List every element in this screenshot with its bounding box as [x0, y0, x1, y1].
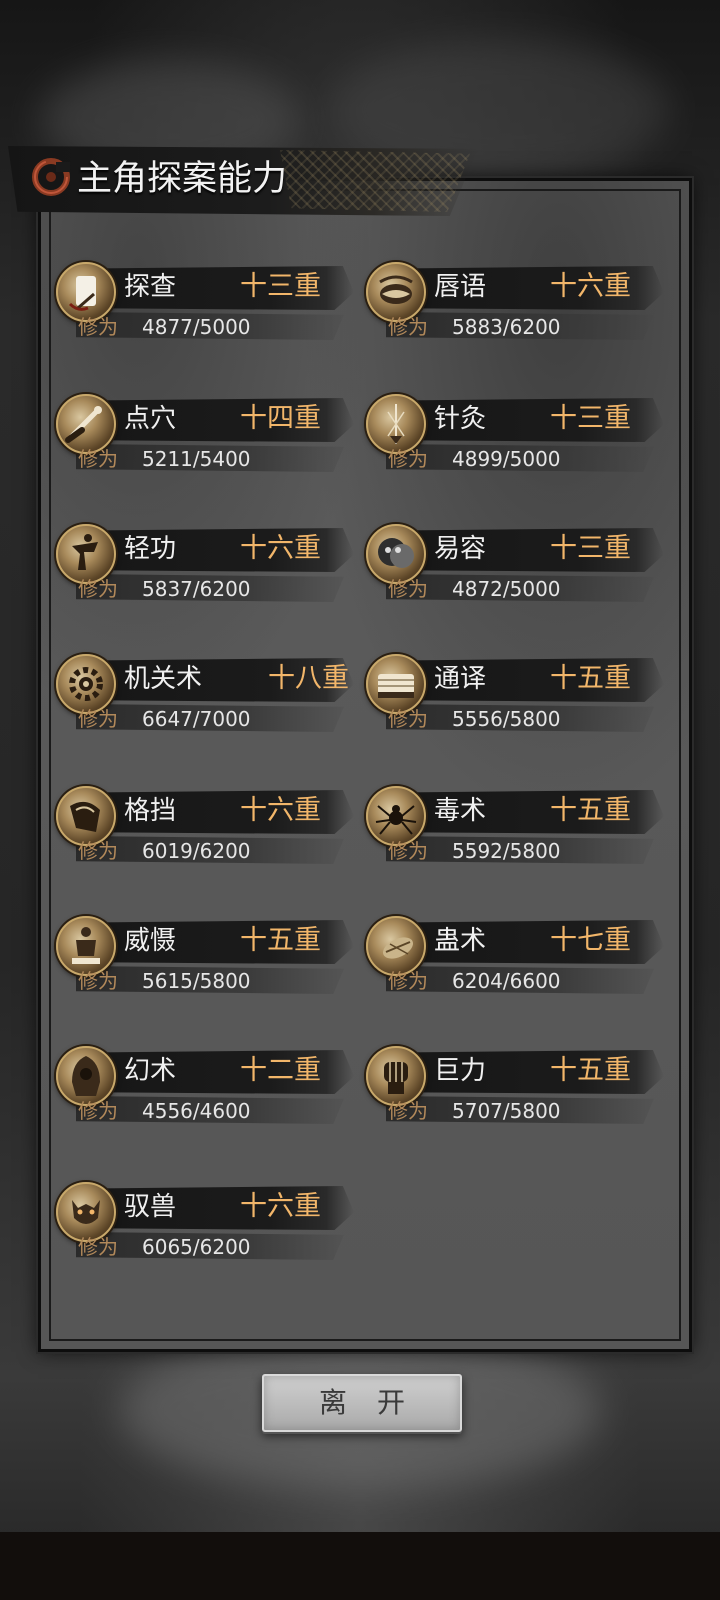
xp-value: 6019/6200: [142, 839, 251, 863]
ability-name: 格挡: [124, 796, 177, 826]
xp-label: 修为: [78, 315, 118, 339]
xp-value: 6204/6600: [452, 969, 561, 993]
ability-card[interactable]: 探查 十三重修为 4877/5000: [56, 256, 356, 356]
xp-value: 4556/4600: [142, 1099, 251, 1123]
bug-icon: [366, 916, 426, 976]
ability-name: 巨力: [434, 1056, 487, 1086]
ability-level: 十八重: [268, 663, 349, 694]
ability-card[interactable]: 轻功 十六重修为 5837/6200: [56, 518, 356, 618]
xp-label: 修为: [388, 315, 428, 339]
ability-level: 十四重: [240, 403, 321, 434]
ability-card[interactable]: 驭兽 十六重修为 6065/6200: [56, 1176, 356, 1276]
ability-card[interactable]: 通译 十五重修为 5556/5800: [366, 648, 666, 748]
ability-level: 十六重: [550, 271, 631, 302]
ability-name: 易容: [434, 534, 487, 564]
ability-name: 幻术: [124, 1056, 177, 1086]
panel-border: [49, 189, 681, 1341]
leave-button-label: 离开: [318, 1386, 435, 1419]
xp-value: 5837/6200: [142, 577, 251, 601]
xp-value: 5556/5800: [452, 707, 561, 731]
ability-card[interactable]: 蛊术 十七重修为 6204/6600: [366, 910, 666, 1010]
title-ornament: [280, 150, 470, 212]
xp-value: 4899/5000: [452, 447, 561, 471]
fist-icon: [366, 1046, 426, 1106]
ability-name: 唇语: [434, 272, 487, 302]
ability-level: 十五重: [550, 795, 631, 826]
ability-name: 通译: [434, 664, 487, 694]
xp-value: 4872/5000: [452, 577, 561, 601]
ability-level: 十六重: [240, 533, 321, 564]
leave-button[interactable]: 离开: [262, 1374, 462, 1432]
ability-name: 机关术: [124, 664, 203, 694]
ability-card[interactable]: 巨力 十五重修为 5707/5800: [366, 1040, 666, 1140]
ability-level: 十三重: [550, 403, 631, 434]
ability-card[interactable]: 针灸 十三重修为 4899/5000: [366, 388, 666, 488]
ability-level: 十三重: [240, 271, 321, 302]
scroll-icon: [56, 262, 116, 322]
xp-label: 修为: [78, 707, 118, 731]
swirl-logo-icon: [32, 158, 70, 196]
xp-value: 6065/6200: [142, 1235, 251, 1259]
xp-label: 修为: [388, 969, 428, 993]
xp-label: 修为: [388, 839, 428, 863]
ability-name: 点穴: [124, 404, 177, 434]
ability-name: 轻功: [124, 534, 177, 564]
page-title: 主角探案能力: [77, 159, 288, 199]
gear-icon: [56, 654, 116, 714]
ability-card[interactable]: 点穴 十四重修为 5211/5400: [56, 388, 356, 488]
xp-label: 修为: [78, 447, 118, 471]
ability-card[interactable]: 格挡 十六重修为 6019/6200: [56, 780, 356, 880]
xp-label: 修为: [388, 577, 428, 601]
ability-level: 十五重: [550, 663, 631, 694]
ability-card[interactable]: 唇语 十六重修为 5883/6200: [366, 256, 666, 356]
ability-card[interactable]: 易容 十三重修为 4872/5000: [366, 518, 666, 618]
xp-label: 修为: [388, 447, 428, 471]
warrior-icon: [56, 916, 116, 976]
ability-level: 十五重: [550, 1055, 631, 1086]
ability-name: 毒术: [434, 796, 487, 826]
xp-label: 修为: [388, 1099, 428, 1123]
xp-value: 5211/5400: [142, 447, 251, 471]
spider-icon: [366, 786, 426, 846]
ability-card[interactable]: 机关术 十八重修为 6647/7000: [56, 648, 356, 748]
ability-level: 十六重: [240, 795, 321, 826]
xp-value: 5883/6200: [452, 315, 561, 339]
xp-label: 修为: [78, 1235, 118, 1259]
xp-label: 修为: [78, 1099, 118, 1123]
hooded-figure-icon: [56, 1046, 116, 1106]
xp-value: 5707/5800: [452, 1099, 561, 1123]
game-screen: 主角探案能力 探查 十三重 修为 4877/5000 唇语 十六重 修为 5883/6200 点…: [0, 0, 720, 1600]
ability-level: 十七重: [550, 925, 631, 956]
ability-level: 十五重: [240, 925, 321, 956]
ability-card[interactable]: 毒术 十五重修为 5592/5800: [366, 780, 666, 880]
ability-level: 十六重: [240, 1191, 321, 1222]
leaping-figure-icon: [56, 524, 116, 584]
xp-value: 5592/5800: [452, 839, 561, 863]
xp-value: 6647/7000: [142, 707, 251, 731]
xp-label: 修为: [78, 577, 118, 601]
ability-name: 威慑: [124, 926, 177, 956]
ability-name: 针灸: [434, 404, 487, 434]
ability-level: 十二重: [240, 1055, 321, 1086]
needle-icon: [366, 394, 426, 454]
xp-label: 修为: [78, 839, 118, 863]
beast-icon: [56, 1182, 116, 1242]
system-navigation-bar: [0, 1532, 720, 1600]
ability-name: 探查: [124, 272, 177, 302]
xp-label: 修为: [388, 707, 428, 731]
xp-label: 修为: [78, 969, 118, 993]
ability-card[interactable]: 威慑 十五重修为 5615/5800: [56, 910, 356, 1010]
mask-icon: [366, 524, 426, 584]
shield-arm-icon: [56, 786, 116, 846]
ability-name: 蛊术: [434, 926, 487, 956]
book-icon: [366, 654, 426, 714]
ability-level: 十三重: [550, 533, 631, 564]
ability-card[interactable]: 幻术 十二重修为 4556/4600: [56, 1040, 356, 1140]
ability-name: 驭兽: [124, 1192, 177, 1222]
xp-value: 5615/5800: [142, 969, 251, 993]
xp-value: 4877/5000: [142, 315, 251, 339]
finger-strike-icon: [56, 394, 116, 454]
mouth-icon: [366, 262, 426, 322]
